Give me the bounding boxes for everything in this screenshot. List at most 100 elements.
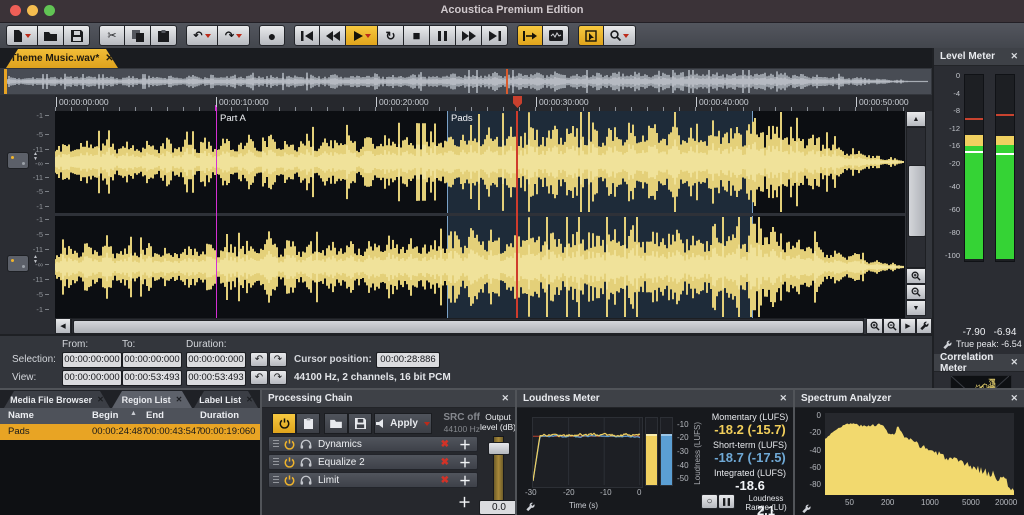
effect-row-equalize-2[interactable]: Equalize 2 ✖ ＋ <box>268 454 478 470</box>
undo-button[interactable]: ↶ <box>186 25 218 46</box>
open-file-button[interactable] <box>38 25 64 46</box>
go-to-start-button[interactable] <box>294 25 320 46</box>
cut-button[interactable]: ✂ <box>99 25 125 46</box>
waveform-channel-2[interactable] <box>55 216 905 318</box>
zoom-tool-button[interactable] <box>604 25 636 46</box>
effect-row-dynamics[interactable]: Dynamics ✖ ＋ <box>268 436 478 452</box>
tab-close-icon[interactable]: ✕ <box>176 395 183 404</box>
drag-handle-icon[interactable] <box>273 476 279 485</box>
rewind-button[interactable] <box>320 25 346 46</box>
spectrum-settings-button[interactable] <box>801 502 812 515</box>
chain-save-button[interactable] <box>348 413 372 434</box>
effect-power-icon[interactable] <box>284 439 295 450</box>
column-duration[interactable]: Duration <box>200 410 239 421</box>
loop-playback-button[interactable]: ↻ <box>378 25 404 46</box>
column-end[interactable]: End <box>146 410 164 421</box>
copy-button[interactable] <box>125 25 151 46</box>
effect-add-icon[interactable]: ＋ <box>459 454 471 471</box>
stop-button[interactable]: ■ <box>404 25 430 46</box>
new-file-button[interactable] <box>6 25 38 46</box>
edit-tool-button[interactable] <box>578 25 604 46</box>
waveform-channel-1[interactable] <box>55 111 905 213</box>
loudness-pause-button[interactable] <box>718 494 735 509</box>
vertical-zoom-in-button[interactable] <box>906 268 926 284</box>
play-button[interactable] <box>346 25 378 46</box>
go-to-end-button[interactable] <box>482 25 508 46</box>
view-duration-field[interactable]: 00:00:53:493 <box>186 370 246 386</box>
region-table-header[interactable]: Name Begin ▲ End Duration <box>0 408 260 424</box>
scroll-left-button[interactable]: ◀ <box>55 318 71 334</box>
output-fader-handle[interactable] <box>488 442 510 455</box>
redo-button[interactable]: ↷ <box>218 25 250 46</box>
effect-delete-icon[interactable]: ✖ <box>441 457 449 468</box>
selection-from-field[interactable]: 00:00:00:000 <box>62 352 122 368</box>
pause-button[interactable] <box>430 25 456 46</box>
chain-clipboard-button[interactable] <box>296 413 320 434</box>
headphones-icon[interactable] <box>300 439 312 449</box>
headphones-icon[interactable] <box>300 475 312 485</box>
horizontal-zoom-out-button[interactable] <box>883 318 900 334</box>
effect-delete-icon[interactable]: ✖ <box>441 475 449 486</box>
column-begin[interactable]: Begin <box>92 410 118 421</box>
scroll-down-button[interactable]: ▼ <box>906 300 926 316</box>
loudness-reset-button[interactable]: ○ <box>701 494 718 509</box>
loudness-settings-button[interactable] <box>525 500 536 515</box>
headphones-icon[interactable] <box>300 457 312 467</box>
level-meter-close-icon[interactable]: ✕ <box>1010 51 1018 62</box>
effect-power-icon[interactable] <box>284 475 295 486</box>
cursor-position-field[interactable]: 00:00:28:886 <box>376 352 440 368</box>
channel-2-select-button[interactable] <box>7 255 29 272</box>
vertical-scrollbar-thumb[interactable] <box>908 165 926 237</box>
save-file-button[interactable] <box>64 25 90 46</box>
timeline-ruler[interactable]: 00:00:00:00000:00:10:00000:00:20:00000:0… <box>0 95 932 111</box>
document-tab-close-icon[interactable]: ✕ <box>105 53 113 64</box>
scrub-follow-button[interactable] <box>517 25 543 46</box>
drag-handle-icon[interactable] <box>273 440 279 449</box>
horizontal-zoom-in-button[interactable] <box>866 318 883 334</box>
effect-add-icon[interactable]: ＋ <box>459 472 471 489</box>
overview-strip[interactable] <box>0 68 932 95</box>
vertical-zoom-out-button[interactable] <box>906 284 926 300</box>
tab-close-icon[interactable]: ✕ <box>246 395 253 404</box>
scroll-right-button[interactable]: ▶ <box>900 318 916 334</box>
fast-forward-button[interactable] <box>456 25 482 46</box>
effect-delete-icon[interactable]: ✖ <box>441 439 449 450</box>
effect-row-limit[interactable]: Limit ✖ ＋ <box>268 472 478 488</box>
selection-undo-button[interactable]: ↶ <box>250 352 268 367</box>
view-redo-button[interactable]: ↷ <box>269 370 287 385</box>
view-to-field[interactable]: 00:00:53:493 <box>122 370 182 386</box>
editor-settings-button[interactable] <box>916 318 932 334</box>
marker-line-part-a[interactable] <box>216 111 217 318</box>
add-effect-button[interactable]: ＋ <box>458 492 471 511</box>
selection-redo-button[interactable]: ↷ <box>269 352 287 367</box>
column-name[interactable]: Name <box>8 410 34 421</box>
view-undo-button[interactable]: ↶ <box>250 370 268 385</box>
scroll-up-button[interactable]: ▲ <box>906 111 926 127</box>
tab-label-list[interactable]: Label List✕ <box>194 391 258 408</box>
selection-duration-field[interactable]: 00:00:00:000 <box>186 352 246 368</box>
chain-open-button[interactable] <box>324 413 348 434</box>
chain-power-button[interactable] <box>272 413 296 434</box>
selection-to-field[interactable]: 00:00:00:000 <box>122 352 182 368</box>
processing-chain-close-icon[interactable]: ✕ <box>501 393 509 404</box>
spectrum-analyzer-close-icon[interactable]: ✕ <box>1010 393 1018 404</box>
loudness-meter-close-icon[interactable]: ✕ <box>779 393 787 404</box>
waveform-editor[interactable]: Part A Pads <box>55 111 905 318</box>
overview-waveform[interactable] <box>4 69 931 94</box>
tab-close-icon[interactable]: ✕ <box>97 395 104 404</box>
effect-power-icon[interactable] <box>284 457 295 468</box>
region-table-body[interactable] <box>0 440 260 515</box>
view-from-field[interactable]: 00:00:00:000 <box>62 370 122 386</box>
region-row-pads[interactable]: Pads 00:00:24:487 00:00:43:547 00:00:19:… <box>0 424 260 440</box>
document-tab[interactable]: Theme Music.wav* ✕ <box>6 49 118 68</box>
correlation-meter-close-icon[interactable]: ✕ <box>1010 357 1018 368</box>
big-display-button[interactable] <box>543 25 569 46</box>
channel-1-select-button[interactable] <box>7 152 29 169</box>
record-button[interactable]: ● <box>259 25 285 46</box>
tab-media-file-browser[interactable]: Media File Browser✕ <box>4 391 110 408</box>
tab-region-list[interactable]: Region List✕ <box>112 391 192 408</box>
chain-apply-button[interactable]: Apply <box>374 413 432 434</box>
drag-handle-icon[interactable] <box>273 458 279 467</box>
paste-button[interactable] <box>151 25 177 46</box>
effect-add-icon[interactable]: ＋ <box>459 436 471 453</box>
